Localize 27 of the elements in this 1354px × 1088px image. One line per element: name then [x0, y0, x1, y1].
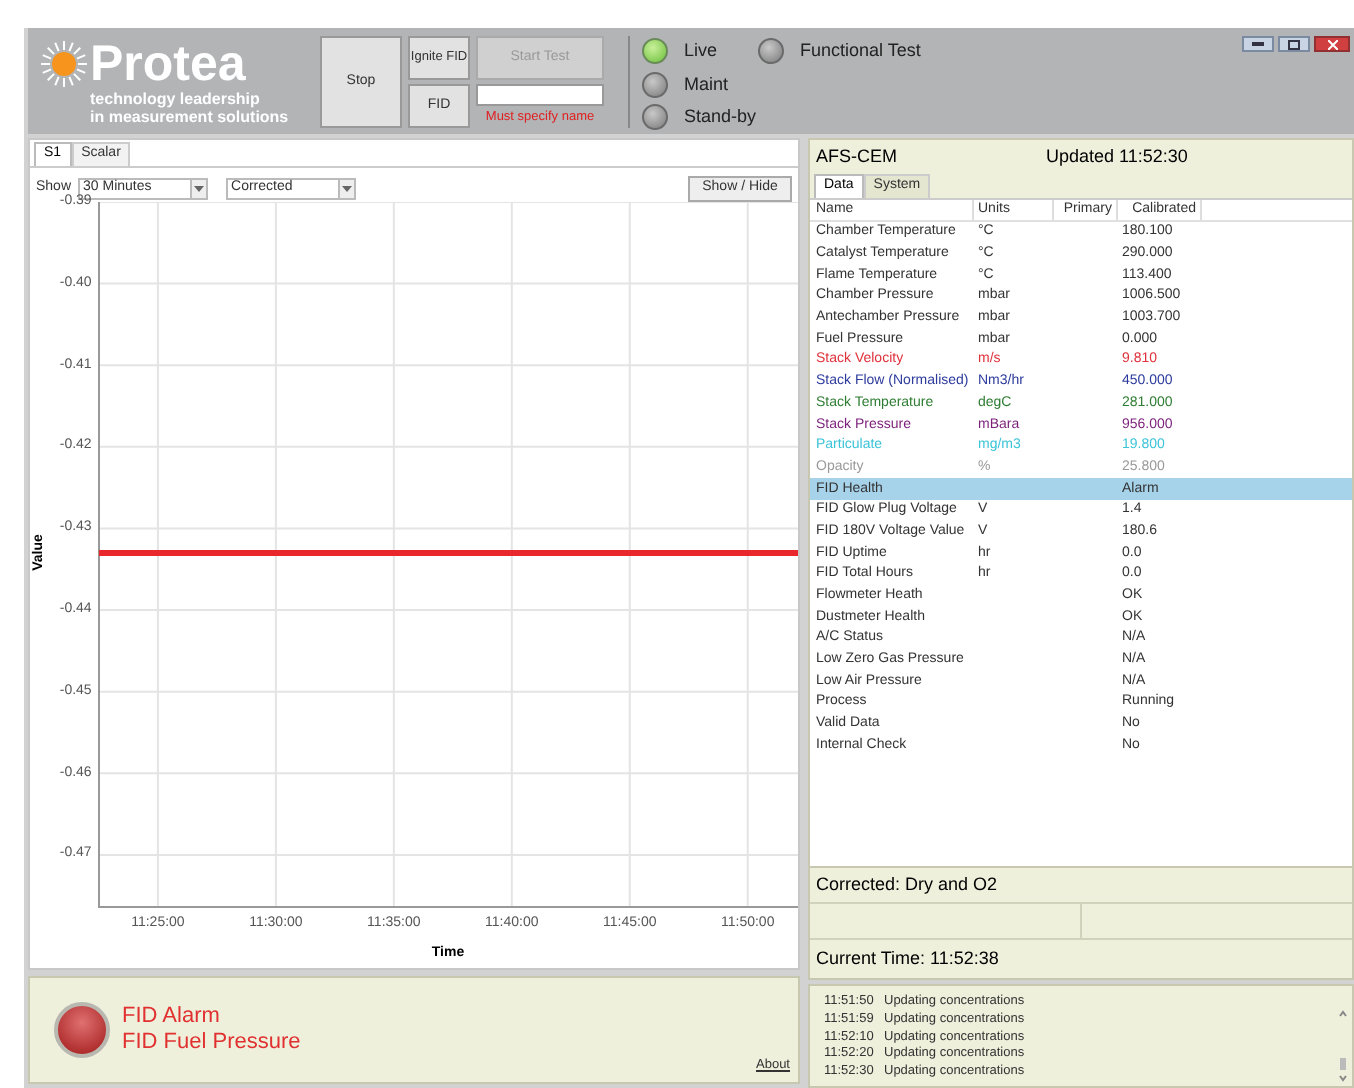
logo-tagline: technology leadership [90, 90, 262, 108]
chevron-icon [341, 186, 352, 192]
alarm-message: FID Fuel Pressure [122, 1030, 301, 1056]
panel-title: AFS-CEM [816, 143, 899, 170]
test-name-field[interactable] [476, 84, 604, 106]
alarm-message: FID Alarm [122, 1004, 222, 1030]
minimize-icon [1252, 42, 1264, 46]
radio-button[interactable] [642, 38, 668, 65]
radio-button[interactable] [642, 71, 668, 98]
logo-tagline: in measurement solutions [90, 108, 291, 126]
updated-time: Updated 11:52:30 [1046, 143, 1188, 170]
radio-button[interactable] [758, 38, 784, 65]
radio-label: Stand-by [684, 104, 757, 130]
logo-text: Protea [90, 38, 246, 90]
close-button[interactable] [1314, 36, 1350, 52]
radio-label: Live [684, 38, 718, 64]
minimize-button[interactable] [1242, 36, 1274, 52]
radio-button[interactable] [642, 104, 668, 131]
corrected-status: Corrected: Dry and O2 [810, 868, 1352, 904]
restore-icon [1288, 39, 1300, 49]
chevron-icon [193, 186, 204, 192]
sun-logo-icon [40, 40, 88, 88]
close-icon [1327, 39, 1337, 49]
restore-button[interactable] [1278, 36, 1310, 52]
radio-label: Maint [684, 71, 729, 97]
current-time: Current Time: 11:52:38 [814, 945, 1001, 972]
radio-label: Functional Test [800, 38, 921, 64]
